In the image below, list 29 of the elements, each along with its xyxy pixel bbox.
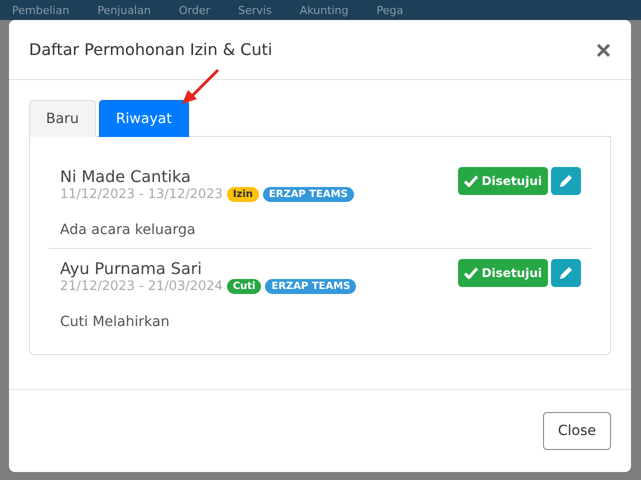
date-range: 11/12/2023 - 13/12/2023 xyxy=(60,187,223,202)
edit-button[interactable] xyxy=(551,259,581,287)
employee-name: Ni Made Cantika xyxy=(60,167,192,186)
request-note: Ada acara keluarga xyxy=(60,222,196,238)
approved-button[interactable]: Disetujui xyxy=(458,259,548,287)
nav-item[interactable]: Pega xyxy=(376,4,404,16)
approved-button[interactable]: Disetujui xyxy=(458,167,548,195)
check-icon xyxy=(464,175,478,187)
leave-type-badge: Izin xyxy=(226,187,259,202)
check-icon xyxy=(464,267,478,279)
close-button[interactable]: Close xyxy=(542,412,611,450)
leave-type-badge: Cuti xyxy=(226,279,262,294)
nav-item[interactable]: Servis xyxy=(238,4,272,16)
tab[interactable]: Riwayat xyxy=(98,100,189,137)
date-range: 21/12/2023 - 21/03/2024 xyxy=(60,279,223,294)
modal-title: Daftar Permohonan Izin & Cuti xyxy=(29,40,272,59)
team-badge: ERZAP TEAMS xyxy=(262,187,354,202)
pencil-icon xyxy=(559,266,573,280)
nav-item[interactable]: Penjualan xyxy=(97,4,151,16)
team-badge: ERZAP TEAMS xyxy=(265,279,356,294)
employee-name: Ayu Purnama Sari xyxy=(60,259,203,278)
pencil-icon xyxy=(559,174,573,188)
nav-item[interactable]: Pembelian xyxy=(12,4,70,16)
request-note: Cuti Melahirkan xyxy=(60,314,170,330)
nav-item[interactable]: Akunting xyxy=(300,4,349,16)
tab[interactable]: Baru xyxy=(29,100,96,137)
nav-item[interactable]: Order xyxy=(178,4,210,16)
edit-button[interactable] xyxy=(551,167,581,195)
close-button[interactable]: × xyxy=(596,36,611,62)
